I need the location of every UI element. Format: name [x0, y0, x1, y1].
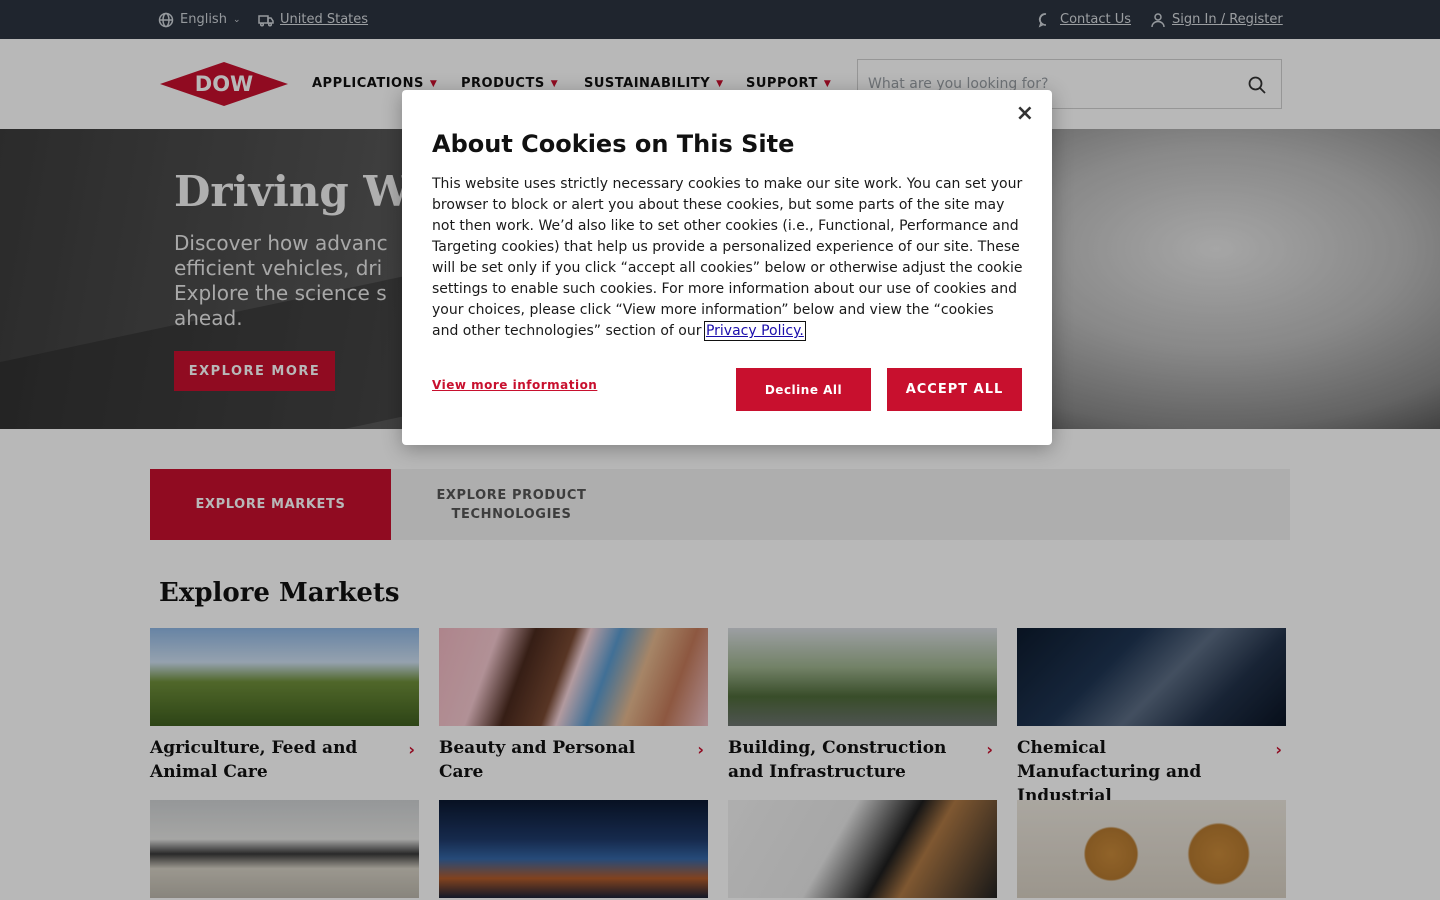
- decline-all-button[interactable]: Decline All: [736, 368, 871, 411]
- view-more-information-link[interactable]: View more information: [432, 378, 597, 392]
- cookie-modal-title: About Cookies on This Site: [432, 130, 795, 158]
- privacy-policy-link[interactable]: Privacy Policy.: [703, 321, 806, 341]
- cookie-modal-body: This website uses strictly necessary coo…: [432, 174, 1024, 342]
- cookie-consent-modal: × About Cookies on This Site This websit…: [402, 90, 1052, 445]
- close-icon[interactable]: ×: [1016, 103, 1034, 125]
- cookie-modal-text: This website uses strictly necessary coo…: [432, 176, 1023, 339]
- accept-all-button[interactable]: ACCEPT ALL: [887, 368, 1022, 411]
